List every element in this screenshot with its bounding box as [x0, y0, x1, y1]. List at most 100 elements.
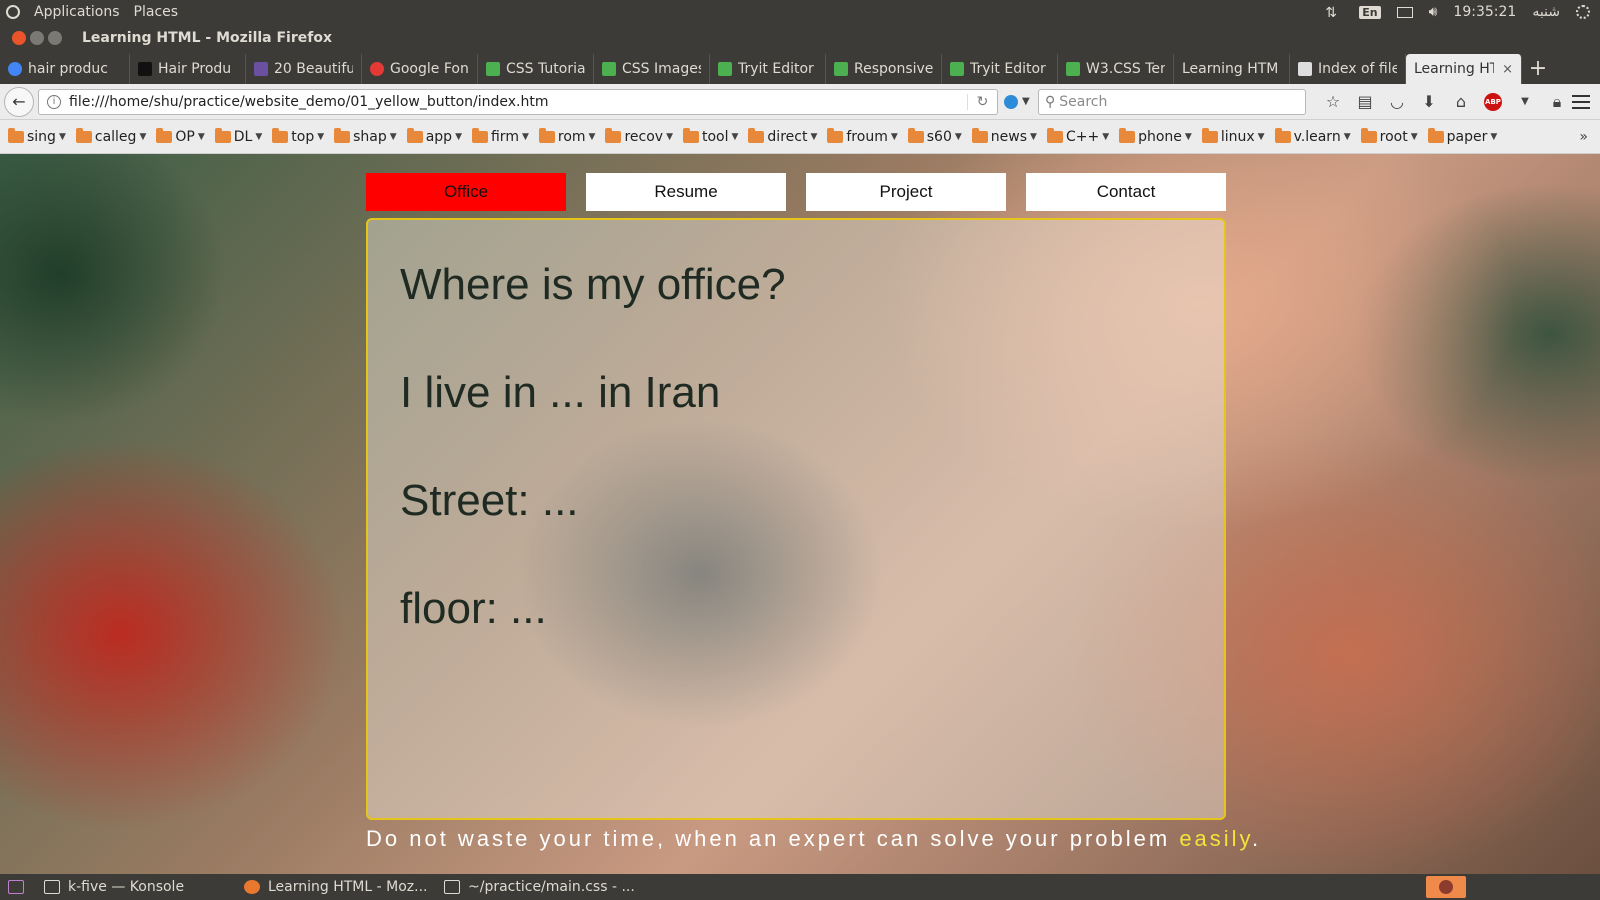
applications-menu[interactable]: Applications: [34, 4, 120, 20]
bookmark-folder[interactable]: tool ▼: [682, 127, 738, 145]
bookmark-folder[interactable]: C++ ▼: [1046, 127, 1109, 145]
browser-tab[interactable]: W3.CSS Ten: [1058, 54, 1174, 84]
bookmark-label: v.learn: [1293, 128, 1341, 145]
browser-tab[interactable]: Tryit Editor: [942, 54, 1058, 84]
browser-tab[interactable]: Tryit Editor: [710, 54, 826, 84]
close-window-button[interactable]: [12, 31, 26, 45]
search-icon: ⚲: [1045, 93, 1056, 110]
bookmark-label: DL: [233, 128, 253, 145]
folder-icon: [1427, 127, 1444, 143]
window-title-bar: Learning HTML - Mozilla Firefox: [0, 24, 1600, 52]
bookmark-folder[interactable]: rom ▼: [538, 127, 595, 145]
tab-strip: hair produc Hair Produ 20 Beautifu Googl…: [0, 52, 1600, 84]
back-button[interactable]: ←: [4, 86, 34, 117]
bookmark-label: froum: [846, 128, 888, 145]
task-firefox[interactable]: Learning HTML - Moz...: [238, 879, 438, 895]
nav-office-button[interactable]: Office: [366, 173, 566, 211]
bookmark-folder[interactable]: app ▼: [406, 127, 462, 145]
bookmark-folder[interactable]: paper ▼: [1427, 127, 1498, 145]
adblock-icon[interactable]: ABP: [1484, 92, 1502, 111]
search-engine-selector[interactable]: ▼: [998, 94, 1038, 109]
browser-tab[interactable]: Learning HTM: [1174, 54, 1290, 84]
nav-project-button[interactable]: Project: [806, 173, 1006, 211]
bookmark-folder[interactable]: phone ▼: [1119, 127, 1192, 145]
hamburger-menu-icon[interactable]: [1572, 94, 1590, 109]
browser-tab[interactable]: Index of file: [1290, 54, 1406, 84]
pocket-icon[interactable]: ◡: [1388, 92, 1406, 111]
browser-tab[interactable]: CSS Tutoria: [478, 54, 594, 84]
tagline-highlight: easily: [1179, 826, 1252, 851]
site-nav: Office Resume Project Contact: [366, 173, 1226, 211]
bookmark-folder[interactable]: calleg ▼: [75, 127, 146, 145]
folder-icon: [75, 127, 92, 143]
new-tab-button[interactable]: +: [1522, 54, 1554, 84]
info-icon[interactable]: i: [47, 94, 61, 109]
task-editor[interactable]: ~/practice/main.css - ...: [438, 879, 638, 895]
bookmark-folder[interactable]: shap ▼: [334, 127, 397, 145]
chevron-down-icon: ▼: [521, 131, 529, 142]
maximize-window-button[interactable]: [48, 31, 62, 45]
search-box[interactable]: ⚲: [1038, 88, 1306, 115]
search-input[interactable]: [1055, 93, 1305, 110]
close-tab-icon[interactable]: ×: [1502, 62, 1513, 77]
bookmarks-overflow-button[interactable]: »: [1579, 129, 1588, 145]
task-konsole[interactable]: k-five — Konsole: [38, 879, 238, 895]
chevron-down-icon: ▼: [1022, 96, 1030, 107]
reload-icon[interactable]: ↻: [967, 93, 997, 110]
w3schools-favicon-icon: [486, 62, 500, 76]
browser-tab[interactable]: 20 Beautifu: [246, 54, 362, 84]
volume-icon[interactable]: 🔊︎: [1429, 4, 1438, 20]
bookmark-folder[interactable]: froum ▼: [827, 127, 898, 145]
url-bar[interactable]: i file:///home/shu/practice/website_demo…: [38, 88, 998, 115]
clock[interactable]: 19:35:21: [1453, 4, 1516, 20]
lock-icon[interactable]: 🔒︎: [1548, 92, 1566, 111]
download-icon[interactable]: ⬇: [1420, 92, 1438, 111]
home-icon[interactable]: ⌂: [1452, 92, 1470, 111]
browser-tab[interactable]: Google Fon: [362, 54, 478, 84]
firefox-tray-icon[interactable]: [1426, 876, 1466, 898]
bookmark-label: sing: [27, 128, 56, 145]
bookmark-folder[interactable]: sing ▼: [8, 127, 66, 145]
ubuntu-logo-icon[interactable]: [6, 5, 20, 19]
browser-tab[interactable]: hair produc: [0, 54, 130, 84]
chevron-down-icon: ▼: [389, 131, 397, 142]
bookmark-star-icon[interactable]: ☆: [1324, 92, 1342, 111]
bookmark-folder[interactable]: root ▼: [1360, 127, 1418, 145]
chevron-down-icon: ▼: [1490, 131, 1498, 142]
active-browser-tab[interactable]: Learning HT ×: [1406, 54, 1522, 84]
nav-resume-button[interactable]: Resume: [586, 173, 786, 211]
bookmark-folder[interactable]: news ▼: [971, 127, 1037, 145]
show-desktop-icon[interactable]: [8, 880, 24, 894]
bookmark-folder[interactable]: linux ▼: [1201, 127, 1265, 145]
bookmark-folder[interactable]: s60 ▼: [907, 127, 962, 145]
chevron-down-icon: ▼: [1257, 131, 1265, 142]
minimize-window-button[interactable]: [30, 31, 44, 45]
google-favicon-icon: [8, 62, 22, 76]
url-text[interactable]: file:///home/shu/practice/website_demo/0…: [69, 94, 967, 110]
bookmark-folder[interactable]: top ▼: [272, 127, 324, 145]
day-label[interactable]: شنبه: [1532, 4, 1560, 20]
reading-list-icon[interactable]: ▤: [1356, 92, 1374, 111]
places-menu[interactable]: Places: [134, 4, 179, 20]
bookmark-label: top: [291, 128, 315, 145]
bookmark-folder[interactable]: v.learn ▼: [1274, 127, 1351, 145]
keyboard-layout-indicator[interactable]: En: [1359, 5, 1381, 19]
bookmark-folder[interactable]: firm ▼: [471, 127, 529, 145]
gear-icon[interactable]: [1576, 5, 1590, 19]
folder-icon: [748, 127, 765, 143]
mail-icon[interactable]: [1396, 6, 1413, 18]
chevron-down-icon: ▼: [890, 131, 898, 142]
bookmark-label: firm: [490, 128, 519, 145]
bookmark-folder[interactable]: OP ▼: [156, 127, 205, 145]
browser-tab[interactable]: CSS Images: [594, 54, 710, 84]
browser-tab[interactable]: Responsive: [826, 54, 942, 84]
nav-contact-button[interactable]: Contact: [1026, 173, 1226, 211]
bookmark-folder[interactable]: recov ▼: [605, 127, 673, 145]
bookmark-folder[interactable]: direct ▼: [748, 127, 817, 145]
bookmark-folder[interactable]: DL ▼: [214, 127, 262, 145]
network-transfer-icon[interactable]: ⇅: [1325, 5, 1343, 21]
bookmark-label: tool: [701, 128, 729, 145]
chevron-down-icon[interactable]: ▼: [1516, 93, 1534, 111]
chevron-down-icon: ▼: [1343, 131, 1351, 142]
browser-tab[interactable]: Hair Produ: [130, 54, 246, 84]
